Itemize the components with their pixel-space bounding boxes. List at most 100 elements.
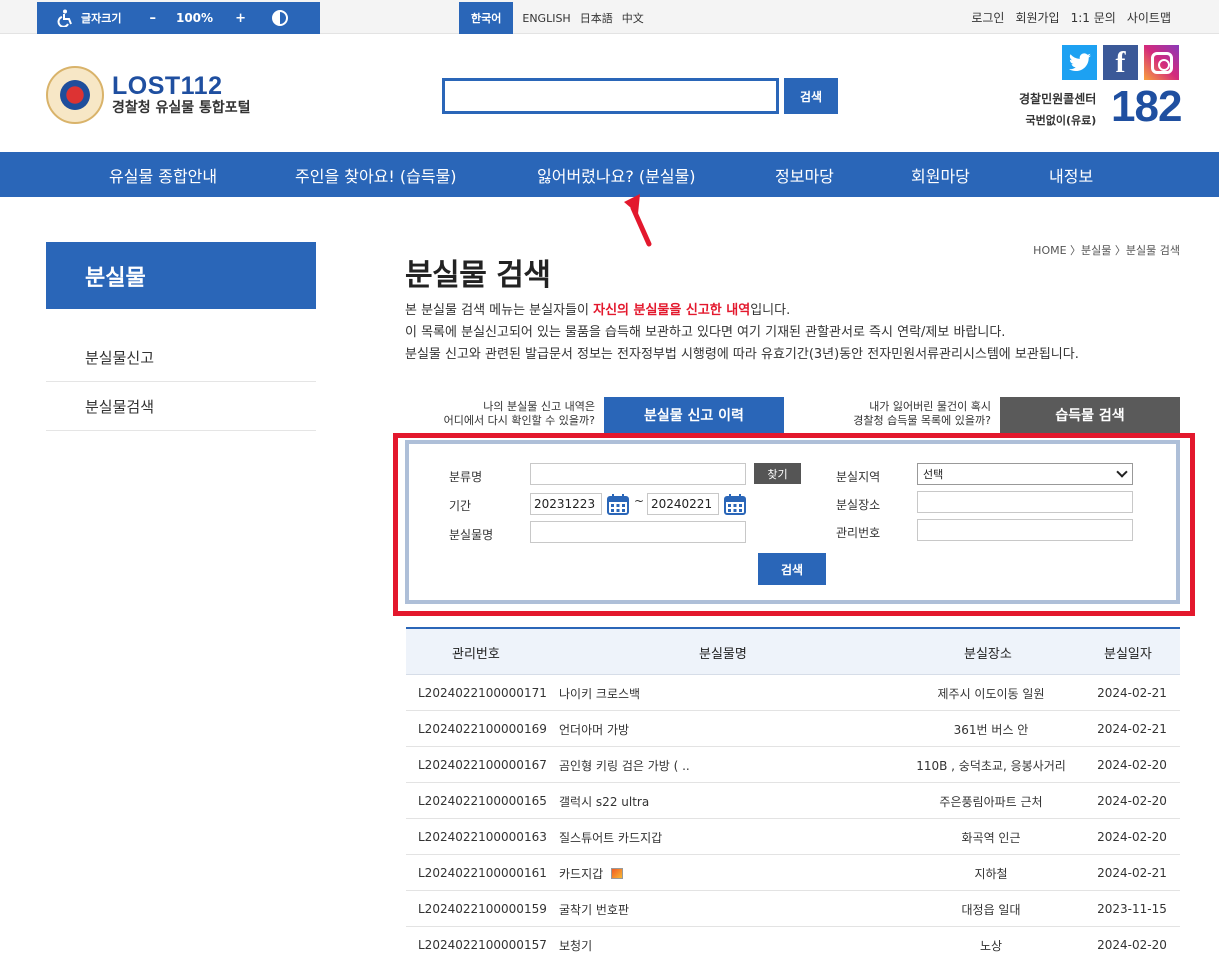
site-logo[interactable]: LOST112 경찰청 유실물 통합포털 (46, 66, 251, 124)
row-id-text: L2024022100000161 (418, 866, 547, 880)
item-name-label: 분실물명 (449, 528, 494, 542)
nav-item-guide[interactable]: 유실물 종합안내 (109, 152, 217, 197)
row-name-text: 나이키 크로스백 (559, 686, 641, 701)
red-arrow-annotation (624, 194, 652, 247)
calendar-icon[interactable] (607, 493, 629, 515)
calendar-icon[interactable] (724, 493, 746, 515)
nav-item-found[interactable]: 주인을 찾아요! (습득물) (295, 152, 457, 197)
date-to-input[interactable]: 20240221 (647, 493, 719, 515)
row-name[interactable]: 곰인형 키링 검은 가방 ( .. (559, 747, 690, 783)
table-row[interactable]: L2024022100000161 카드지갑 지하철 2024-02-21 (406, 855, 1180, 891)
logo-subtitle: 경찰청 유실물 통합포털 (112, 100, 251, 116)
contrast-toggle-icon[interactable] (271, 10, 288, 26)
row-date: 2024-02-20 (1096, 819, 1168, 855)
table-row[interactable]: L2024022100000157 보청기 노상 2024-02-20 (406, 927, 1180, 962)
twitter-icon[interactable] (1062, 45, 1097, 80)
found-item-search-button[interactable]: 습득물 검색 (1000, 397, 1180, 433)
row-date: 2024-02-20 (1096, 783, 1168, 819)
table-row[interactable]: L2024022100000163 질스튜어트 카드지갑 화곡역 인근 2024-02… (406, 819, 1180, 855)
chevron-down-icon (1116, 466, 1128, 478)
row-id: L2024022100000159 (418, 891, 547, 927)
signup-link[interactable]: 회원가입 (1015, 9, 1059, 26)
table-row[interactable]: L2024022100000165 갤럭시 s22 ultra 주은풍림아파트 근처… (406, 783, 1180, 819)
report-history-button[interactable]: 분실물 신고 이력 (604, 397, 784, 433)
management-id-label: 관리번호 (836, 526, 881, 540)
row-id-text: L2024022100000169 (418, 722, 547, 736)
instagram-icon[interactable] (1144, 45, 1179, 80)
question-line: 어디에서 다시 확인할 수 있을까? (443, 414, 595, 427)
lang-japanese[interactable]: 日本語 (580, 10, 613, 26)
row-name-text: 곰인형 키링 검은 가방 ( .. (559, 758, 690, 773)
row-place-text: 110B , 숭덕초교, 응봉사거리 (916, 758, 1066, 773)
table-row[interactable]: L2024022100000167 곰인형 키링 검은 가방 ( .. 110B ,… (406, 747, 1180, 783)
row-name[interactable]: 나이키 크로스백 (559, 675, 640, 711)
row-name-text: 보청기 (559, 938, 593, 953)
row-id: L2024022100000163 (418, 819, 547, 855)
nav-item-lost[interactable]: 잃어버렸나요? (분실물) (537, 152, 696, 197)
period-label: 기간 (449, 499, 472, 513)
desc-line2: 이 목록에 분실신고되어 있는 물품을 습득해 보관하고 있다면 여기 기재된 … (405, 325, 1006, 340)
table-row[interactable]: L2024022100000159 굴착기 번호판 대정읍 일대 2023-11-15 (406, 891, 1180, 927)
region-selected-value: 선택 (923, 468, 944, 481)
management-id-input[interactable] (917, 519, 1133, 541)
row-id: L2024022100000165 (418, 783, 547, 819)
police-emblem-icon (46, 66, 104, 124)
login-link[interactable]: 로그인 (971, 9, 1004, 26)
row-id-text: L2024022100000157 (418, 938, 547, 952)
row-name[interactable]: 보청기 (559, 927, 592, 962)
row-name[interactable]: 질스튜어트 카드지갑 (559, 819, 662, 855)
lang-chinese[interactable]: 中文 (622, 10, 644, 26)
sitemap-link[interactable]: 사이트맵 (1127, 9, 1171, 26)
table-row[interactable]: L2024022100000171 나이키 크로스백 제주시 이도이동 일원 2024… (406, 675, 1180, 711)
row-date-text: 2023-11-15 (1097, 902, 1167, 916)
row-place: 노상 (866, 927, 1116, 962)
facebook-icon[interactable]: f (1103, 45, 1138, 80)
question-line: 나의 분실물 신고 내역은 (483, 400, 595, 413)
item-name-input[interactable] (530, 521, 746, 543)
utility-links: 로그인 회원가입 1:1 문의 사이트맵 (960, 0, 1171, 34)
call-center-label: 경찰민원콜센터 (1019, 92, 1097, 106)
row-date: 2024-02-20 (1096, 747, 1168, 783)
nav-item-myinfo[interactable]: 내정보 (1049, 152, 1093, 197)
lang-korean[interactable]: 한국어 (459, 2, 514, 34)
font-decrease-button[interactable]: – (149, 11, 156, 26)
question-line: 경찰청 습득물 목록에 있을까? (853, 414, 991, 427)
nav-item-members[interactable]: 회원마당 (911, 152, 970, 197)
font-zoom-value: 100% (175, 11, 214, 25)
row-date-text: 2024-02-21 (1097, 722, 1167, 736)
row-date: 2024-02-20 (1096, 927, 1168, 962)
accessibility-bar: 글자크기 – 100% + (37, 2, 320, 34)
lang-english[interactable]: ENGLISH (522, 12, 570, 25)
column-header-place: 분실장소 (964, 646, 1012, 662)
top-utility-bar: 글자크기 – 100% + 한국어 ENGLISH 日本語 中文 로그인 회원가… (0, 0, 1219, 34)
table-body: L2024022100000171 나이키 크로스백 제주시 이도이동 일원 2024… (406, 675, 1180, 962)
row-name[interactable]: 갤럭시 s22 ultra (559, 783, 649, 819)
sidebar-item-report[interactable]: 분실물신고 (46, 333, 316, 382)
nav-item-info[interactable]: 정보마당 (775, 152, 834, 197)
row-place: 화곡역 인근 (866, 819, 1116, 855)
region-select[interactable]: 선택 (917, 463, 1133, 485)
place-input[interactable] (917, 491, 1133, 513)
row-place: 지하철 (866, 855, 1116, 891)
row-name[interactable]: 굴착기 번호판 (559, 891, 629, 927)
row-name[interactable]: 카드지갑 (559, 855, 624, 891)
category-find-button[interactable]: 찾기 (754, 463, 801, 484)
form-search-button[interactable]: 검색 (758, 553, 826, 585)
table-header: 관리번호 분실물명 분실장소 분실일자 (406, 629, 1180, 675)
font-increase-button[interactable]: + (235, 11, 246, 26)
row-place-text: 지하철 (974, 866, 1008, 881)
page-description: 본 분실물 검색 메뉴는 분실자들이 자신의 분실물을 신고한 내역입니다. 이… (405, 300, 1079, 366)
category-input[interactable] (530, 463, 746, 485)
header-search-input[interactable] (442, 78, 779, 114)
wheelchair-icon (55, 8, 75, 28)
row-name[interactable]: 언더아머 가방 (559, 711, 629, 747)
row-id-text: L2024022100000165 (418, 794, 547, 808)
row-id-text: L2024022100000171 (418, 686, 547, 700)
table-row[interactable]: L2024022100000169 언더아머 가방 361번 버스 안 2024-02… (406, 711, 1180, 747)
sidebar-item-search[interactable]: 분실물검색 (46, 382, 316, 431)
date-from-input[interactable]: 20231223 (530, 493, 602, 515)
header-search-button[interactable]: 검색 (784, 78, 838, 114)
report-history-question: 나의 분실물 신고 내역은 어디에서 다시 확인할 수 있을까? (430, 400, 595, 428)
row-id-text: L2024022100000159 (418, 902, 547, 916)
inquiry-link[interactable]: 1:1 문의 (1071, 9, 1116, 26)
